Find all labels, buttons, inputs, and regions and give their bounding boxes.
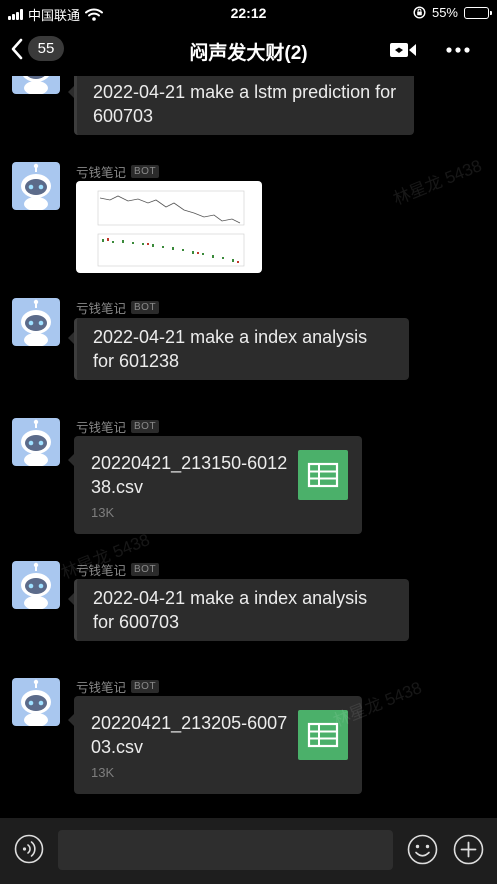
status-bar: 中国联通 22:12 55% — [0, 0, 497, 26]
file-name: 20220421_213150-601238.csv — [91, 453, 288, 497]
robot-avatar-icon — [21, 562, 51, 609]
message-text: 2022-04-21 make a index analysis for 601… — [93, 327, 368, 371]
orientation-lock-icon — [413, 6, 426, 19]
more-icon[interactable] — [445, 40, 471, 60]
sender-label: 亏钱笔记 — [76, 166, 127, 180]
file-size: 13K — [91, 505, 115, 520]
watermark: 林星龙 5438 — [330, 678, 425, 731]
chat-header: 55 闷声发大财(2) — [0, 26, 497, 76]
message-bubble[interactable]: 2022-04-21 make a lstm prediction for 60… — [68, 76, 414, 135]
input-bar — [0, 818, 497, 884]
file-name: 20220421_213205-600703.csv — [91, 713, 288, 757]
bot-avatar[interactable] — [12, 561, 60, 609]
sender-name: 亏钱笔记 BOT — [76, 417, 160, 436]
robot-avatar-icon — [23, 76, 49, 94]
robot-avatar-icon — [21, 419, 51, 466]
emoji-icon[interactable] — [407, 834, 438, 865]
bot-avatar[interactable] — [12, 418, 60, 466]
bot-avatar[interactable] — [12, 298, 60, 346]
voice-icon[interactable] — [14, 834, 44, 864]
bot-badge: BOT — [131, 301, 160, 314]
robot-avatar-icon — [21, 679, 51, 726]
sender-name: 亏钱笔记 BOT — [76, 677, 160, 696]
message-bubble[interactable]: 2022-04-21 make a index analysis for 601… — [68, 318, 409, 380]
file-message[interactable]: 20220421_213205-600703.csv 13K — [68, 696, 362, 794]
chart-thumbnail — [97, 190, 245, 267]
bot-badge: BOT — [131, 563, 160, 576]
video-call-icon[interactable] — [389, 40, 417, 60]
status-right: 55% — [413, 5, 492, 20]
sender-name: 亏钱笔记 BOT — [76, 162, 160, 181]
message-bubble[interactable]: 2022-04-21 make a index analysis for 600… — [68, 579, 409, 641]
spreadsheet-icon — [298, 450, 348, 500]
chart-image-message[interactable] — [76, 181, 262, 273]
sender-label: 亏钱笔记 — [76, 302, 127, 316]
bot-avatar[interactable] — [12, 76, 60, 94]
battery-icon — [464, 6, 492, 19]
sender-name: 亏钱笔记 BOT — [76, 298, 160, 317]
bot-avatar[interactable] — [12, 162, 60, 210]
message-text: 2022-04-21 make a index analysis for 600… — [93, 588, 368, 632]
battery-percent: 55% — [431, 5, 458, 20]
plus-icon[interactable] — [453, 834, 484, 865]
bot-avatar[interactable] — [12, 678, 60, 726]
bot-badge: BOT — [131, 680, 160, 693]
chat-title[interactable]: 闷声发大财(2) — [0, 38, 497, 65]
message-text: 2022-04-21 make a lstm prediction for 60… — [93, 82, 397, 126]
sender-label: 亏钱笔记 — [76, 421, 127, 435]
message-list[interactable]: 2022-04-21 make a lstm prediction for 60… — [0, 76, 497, 818]
bot-badge: BOT — [131, 420, 160, 433]
message-input[interactable] — [58, 830, 393, 870]
robot-avatar-icon — [21, 299, 51, 346]
file-message[interactable]: 20220421_213150-601238.csv 13K — [68, 436, 362, 534]
watermark: 林星龙 5438 — [390, 156, 485, 209]
sender-label: 亏钱笔记 — [76, 681, 127, 695]
bot-badge: BOT — [131, 165, 160, 178]
robot-avatar-icon — [21, 163, 51, 210]
file-size: 13K — [91, 765, 115, 780]
